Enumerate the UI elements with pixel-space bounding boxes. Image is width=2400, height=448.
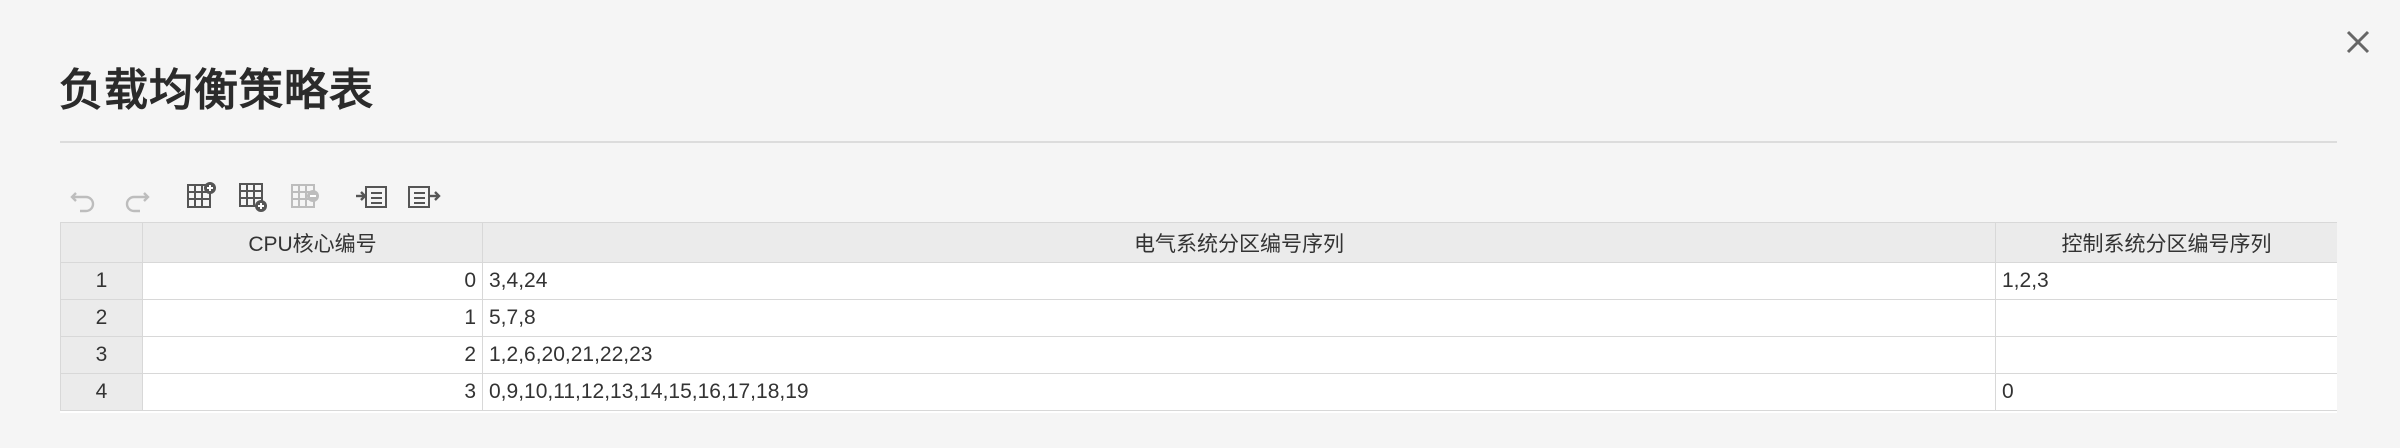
cell-elec[interactable]: 3,4,24 xyxy=(482,262,1996,300)
redo-button[interactable] xyxy=(118,179,154,215)
indent-button[interactable] xyxy=(354,179,390,215)
insert-row-icon xyxy=(239,183,267,212)
table-row: 4 3 0,9,10,11,12,13,14,15,16,17,18,19 0 xyxy=(60,373,2337,411)
spreadsheet: CPU核心编号 电气系统分区编号序列 控制系统分区编号序列 1 0 3,4,24… xyxy=(60,222,2337,413)
cell-elec[interactable]: 5,7,8 xyxy=(482,299,1996,337)
row-header[interactable]: 1 xyxy=(60,262,143,300)
dialog-title: 负载均衡策略表 xyxy=(59,65,374,116)
column-header-elec[interactable]: 电气系统分区编号序列 xyxy=(482,222,1996,263)
cell-elec[interactable]: 0,9,10,11,12,13,14,15,16,17,18,19 xyxy=(482,373,1996,411)
redo-icon xyxy=(125,192,150,213)
row-header[interactable]: 3 xyxy=(60,336,143,374)
indent-icon xyxy=(356,186,387,208)
cell-elec[interactable]: 1,2,6,20,21,22,23 xyxy=(482,336,1996,374)
close-icon xyxy=(2346,30,2370,54)
outdent-button[interactable] xyxy=(406,179,442,215)
cell-ctrl[interactable]: 1,2,3 xyxy=(1995,262,2337,300)
insert-column-button[interactable] xyxy=(184,179,220,215)
insert-row-button[interactable] xyxy=(236,179,272,215)
cell-cpu[interactable]: 1 xyxy=(142,299,483,337)
cell-cpu[interactable]: 2 xyxy=(142,336,483,374)
insert-column-icon xyxy=(187,182,216,208)
cell-cpu[interactable]: 0 xyxy=(142,262,483,300)
cell-ctrl[interactable]: 0 xyxy=(1995,373,2337,411)
undo-icon xyxy=(70,192,95,213)
close-button[interactable] xyxy=(2338,22,2378,62)
cell-ctrl[interactable] xyxy=(1995,336,2337,374)
column-header-ctrl[interactable]: 控制系统分区编号序列 xyxy=(1995,222,2337,263)
title-divider xyxy=(60,141,2337,143)
row-header[interactable]: 2 xyxy=(60,299,143,337)
balance-policy-table: CPU核心编号 电气系统分区编号序列 控制系统分区编号序列 1 0 3,4,24… xyxy=(60,222,2337,411)
row-header[interactable]: 4 xyxy=(60,373,143,411)
table-row: 2 1 5,7,8 xyxy=(60,299,2337,337)
table-row: 1 0 3,4,24 1,2,3 xyxy=(60,262,2337,300)
corner-cell[interactable] xyxy=(60,222,143,263)
outdent-icon xyxy=(408,186,441,208)
table-row: 3 2 1,2,6,20,21,22,23 xyxy=(60,336,2337,374)
delete-column-button[interactable] xyxy=(288,179,324,215)
undo-button[interactable] xyxy=(66,179,102,215)
cell-ctrl[interactable] xyxy=(1995,299,2337,337)
delete-column-icon xyxy=(291,184,319,208)
column-header-cpu[interactable]: CPU核心编号 xyxy=(142,222,483,263)
cell-cpu[interactable]: 3 xyxy=(142,373,483,411)
header-row: CPU核心编号 电气系统分区编号序列 控制系统分区编号序列 xyxy=(60,222,2337,263)
table-toolbar xyxy=(66,179,466,215)
